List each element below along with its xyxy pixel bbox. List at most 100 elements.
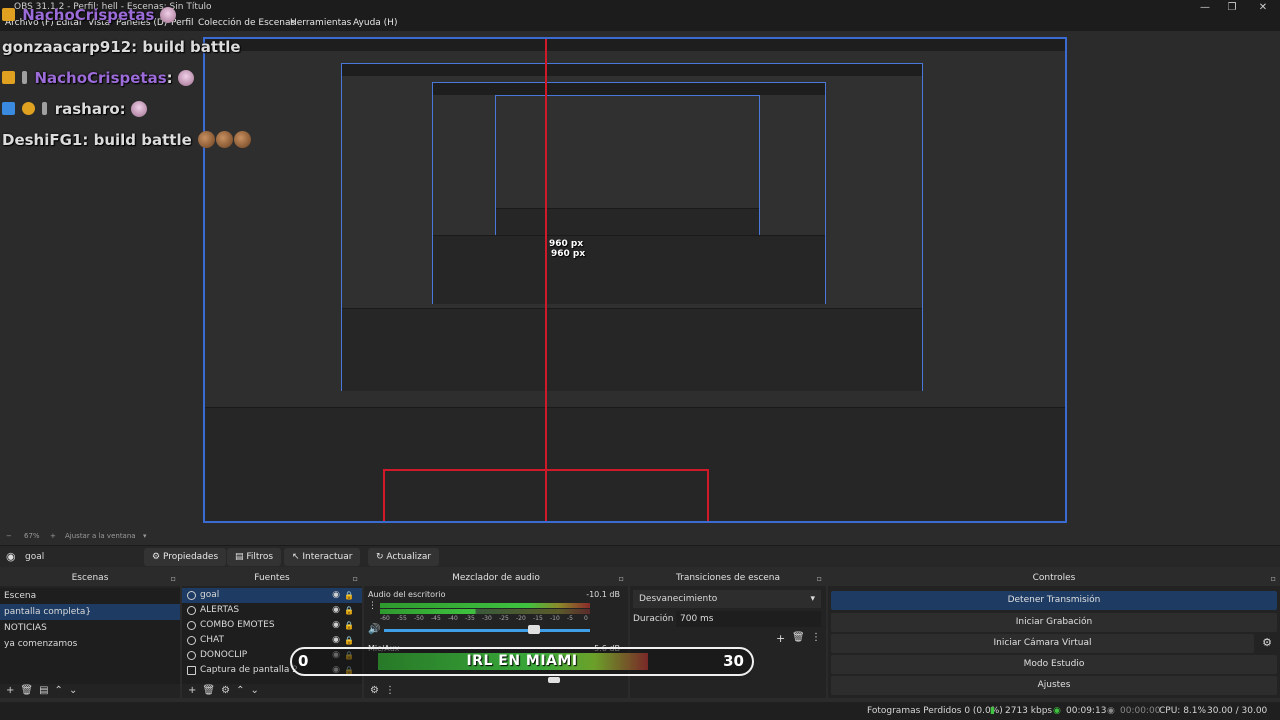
menu-ayuda[interactable]: Ayuda (H) bbox=[353, 15, 397, 31]
close-button[interactable]: ✕ bbox=[1250, 0, 1276, 15]
interact-button[interactable]: ↖ Interactuar bbox=[284, 548, 361, 566]
interact-label: Interactuar bbox=[302, 552, 353, 562]
move-up-button[interactable]: ⌃ bbox=[236, 685, 244, 696]
chat-line-3: NachoCrispetas: bbox=[2, 69, 194, 87]
transitions-dock: Transiciones de escena ▫ Desvanecimiento … bbox=[630, 571, 826, 698]
speaker-icon[interactable]: 🔊 bbox=[368, 624, 380, 635]
browser-source-icon bbox=[187, 651, 196, 660]
remove-scene-button[interactable]: 🗑 bbox=[20, 685, 33, 696]
add-transition-button[interactable]: + bbox=[776, 632, 785, 645]
eye-icon[interactable]: ◉ bbox=[332, 603, 340, 618]
move-down-button[interactable]: ⌄ bbox=[69, 685, 77, 696]
start-recording-button[interactable]: Iniciar Grabación bbox=[831, 613, 1277, 632]
settings-button[interactable]: Ajustes bbox=[831, 676, 1277, 695]
source-item[interactable]: goal ◉ 🔒 bbox=[182, 588, 362, 603]
sword-badge-icon bbox=[22, 71, 28, 84]
source-item[interactable]: COMBO EMOTES ◉ 🔒 bbox=[182, 618, 362, 633]
stop-stream-button[interactable]: Detener Transmisión bbox=[831, 591, 1277, 610]
nested-menu-bar-3 bbox=[433, 83, 825, 95]
add-source-button[interactable]: + bbox=[188, 685, 196, 696]
maximize-button[interactable]: ❐ bbox=[1219, 0, 1245, 15]
scale-tick: -35 bbox=[465, 615, 475, 622]
volume-meter bbox=[380, 603, 590, 608]
controls-title: Controles bbox=[1032, 573, 1076, 583]
volume-slider-handle[interactable] bbox=[548, 677, 560, 683]
duration-input[interactable]: 700 ms bbox=[676, 611, 821, 627]
properties-button[interactable]: ⚙ Propiedades bbox=[144, 548, 227, 566]
refresh-button[interactable]: ↻ Actualizar bbox=[368, 548, 440, 566]
chat-line-2: gonzaacarp912: build battle bbox=[2, 38, 241, 56]
filters-button[interactable]: ▤ Filtros bbox=[227, 548, 282, 566]
remove-source-button[interactable]: 🗑 bbox=[202, 685, 215, 696]
mixer-settings-icon[interactable]: ⚙ bbox=[370, 685, 379, 696]
source-item[interactable]: ALERTAS ◉ 🔒 bbox=[182, 603, 362, 618]
volume-slider[interactable] bbox=[384, 629, 590, 632]
scene-item[interactable]: Escena bbox=[0, 588, 180, 604]
move-down-button[interactable]: ⌄ bbox=[250, 685, 258, 696]
nested-width-label-2: 960 px bbox=[549, 239, 584, 249]
float-icon[interactable]: ▫ bbox=[619, 571, 624, 586]
menu-coleccion-escenas[interactable]: Colección de Escenas bbox=[198, 15, 295, 31]
eye-icon[interactable]: ◉ bbox=[332, 588, 340, 603]
transition-menu-icon[interactable]: ⋮ bbox=[811, 632, 821, 643]
float-icon[interactable]: ▫ bbox=[817, 571, 822, 586]
start-virtual-camera-button[interactable]: Iniciar Cámara Virtual bbox=[831, 634, 1254, 653]
display-capture-icon bbox=[187, 666, 196, 675]
goal-overlay: 0 IRL EN MIAMI 30 bbox=[290, 647, 754, 676]
sources-title: Fuentes bbox=[254, 573, 290, 583]
guide-line-right bbox=[707, 469, 709, 521]
nested-obs-window-2: 960 px bbox=[341, 63, 923, 391]
minimize-button[interactable]: — bbox=[1192, 0, 1218, 15]
nested-dock-1 bbox=[205, 407, 1065, 521]
current-source-name: goal bbox=[25, 552, 45, 562]
scenes-list: Escena pantalla completa} NOTICIAS ya co… bbox=[0, 588, 180, 684]
source-settings-button[interactable]: ⚙ bbox=[221, 685, 230, 696]
move-up-button[interactable]: ⌃ bbox=[55, 685, 63, 696]
chat-line-4: rasharo: bbox=[2, 100, 147, 118]
record-icon: ◉ bbox=[1107, 706, 1115, 716]
add-scene-button[interactable]: + bbox=[6, 685, 14, 696]
chat-username: rasharo bbox=[54, 100, 120, 118]
zoom-value: 67% bbox=[24, 532, 40, 540]
scene-item[interactable]: pantalla completa} bbox=[0, 604, 180, 620]
studio-mode-button[interactable]: Modo Estudio bbox=[831, 655, 1277, 674]
crown-badge-icon bbox=[2, 71, 15, 84]
sources-toolbar: + 🗑 ⚙ ⌃ ⌄ bbox=[182, 684, 362, 698]
crown-badge-icon bbox=[2, 8, 15, 21]
transition-select[interactable]: Desvanecimiento ▾ bbox=[633, 590, 821, 608]
lock-icon[interactable]: 🔒 bbox=[344, 618, 354, 633]
source-label: CHAT bbox=[200, 635, 225, 645]
lock-icon[interactable]: 🔒 bbox=[344, 603, 354, 618]
source-item[interactable]: CHAT ◉ 🔒 bbox=[182, 633, 362, 648]
scene-filters-button[interactable]: ▤ bbox=[39, 685, 48, 696]
sources-dock: Fuentes ▫ goal ◉ 🔒 ALERTAS ◉ 🔒 COMBO EMOTES ◉ 🔒… bbox=[182, 571, 362, 698]
eye-icon[interactable]: ◉ bbox=[332, 618, 340, 633]
nested-obs-window: 960 px 960 px bbox=[205, 39, 1065, 521]
remove-transition-button[interactable]: 🗑 bbox=[792, 632, 805, 643]
float-icon[interactable]: ▫ bbox=[171, 571, 176, 586]
scene-item[interactable]: NOTICIAS bbox=[0, 620, 180, 636]
zoom-fit-select[interactable]: Ajustar a la ventana bbox=[65, 529, 136, 543]
refresh-label: Actualizar bbox=[386, 552, 432, 562]
pointer-icon: ↖ bbox=[292, 552, 303, 562]
gear-icon[interactable]: ⚙ bbox=[1262, 636, 1272, 649]
volume-slider-handle[interactable] bbox=[528, 625, 540, 634]
menu-herramientas[interactable]: Herramientas bbox=[290, 15, 351, 31]
zoom-in-button[interactable]: + bbox=[50, 529, 56, 543]
source-label: Captura de pantalla 2 bbox=[200, 665, 299, 675]
lock-icon[interactable]: 🔒 bbox=[344, 588, 354, 603]
float-icon[interactable]: ▫ bbox=[1271, 571, 1276, 586]
chat-line-1: NachoCrispetas bbox=[2, 6, 176, 24]
guide-line-horizontal bbox=[383, 469, 709, 471]
eye-icon[interactable]: ◉ bbox=[332, 633, 340, 648]
scene-item[interactable]: ya comenzamos bbox=[0, 636, 180, 652]
channel-menu-icon[interactable]: ⋮ bbox=[368, 601, 377, 611]
preview-canvas[interactable]: 960 px 960 px bbox=[203, 37, 1067, 523]
lock-icon[interactable]: 🔒 bbox=[344, 633, 354, 648]
chevron-down-icon[interactable]: ▾ bbox=[143, 529, 147, 543]
nested-obs-window-3: 960 px bbox=[432, 82, 826, 304]
scenes-dock: Escenas ▫ Escena pantalla completa} NOTIC… bbox=[0, 571, 180, 698]
zoom-out-button[interactable]: − bbox=[6, 529, 12, 543]
mixer-menu-icon[interactable]: ⋮ bbox=[385, 685, 395, 696]
float-icon[interactable]: ▫ bbox=[353, 571, 358, 586]
